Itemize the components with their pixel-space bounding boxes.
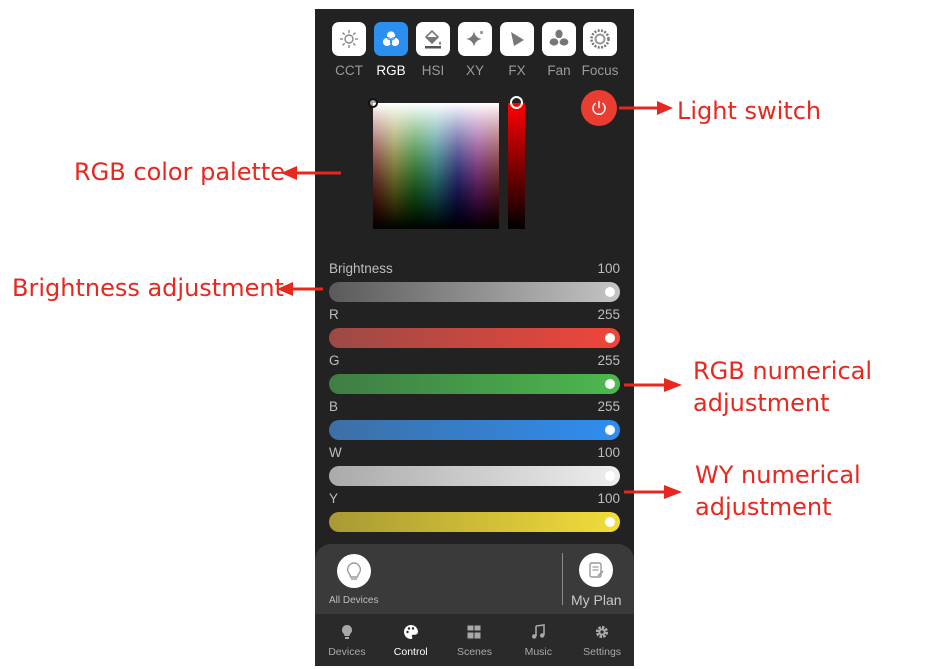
tab-fx[interactable]: FX — [500, 22, 534, 78]
slider-label: R — [329, 307, 339, 322]
white-slider-block: W 100 — [329, 445, 620, 486]
nav-settings[interactable]: Settings — [570, 614, 634, 666]
slider-thumb[interactable] — [605, 333, 615, 343]
slider-value: 255 — [597, 307, 620, 322]
tab-focus[interactable]: Focus — [582, 22, 618, 78]
yellow-slider[interactable] — [329, 512, 620, 532]
fan-icon — [542, 22, 576, 56]
sparkle-icon — [458, 22, 492, 56]
arrow-left-icon — [281, 166, 341, 180]
tab-fan[interactable]: Fan — [542, 22, 576, 78]
arrow-left-icon — [277, 282, 323, 296]
light-switch-button[interactable] — [581, 90, 617, 126]
nav-label: Control — [393, 646, 428, 658]
notepad-icon — [579, 553, 614, 587]
slider-label: B — [329, 399, 339, 414]
nav-label: Music — [524, 646, 552, 658]
arrow-right-icon — [624, 485, 682, 499]
color-circles-icon — [374, 22, 408, 56]
grid-icon — [467, 625, 481, 639]
red-slider[interactable] — [329, 328, 620, 348]
tab-label: Focus — [581, 63, 619, 78]
annotation-wy-numeric-line2: adjustment — [695, 493, 832, 521]
fx-flag-icon — [500, 22, 534, 56]
slider-label: Brightness — [329, 261, 393, 276]
nav-label: Devices — [328, 646, 366, 658]
green-slider[interactable] — [329, 374, 620, 394]
slider-value: 100 — [597, 261, 620, 276]
gear-icon — [595, 625, 609, 639]
slider-label: G — [329, 353, 340, 368]
arrow-right-icon — [624, 378, 682, 392]
annotation-rgb-numeric-line2: adjustment — [693, 389, 830, 417]
tab-xy[interactable]: XY — [458, 22, 492, 78]
my-plan-label: My Plan — [571, 592, 622, 608]
yellow-slider-block: Y 100 — [329, 491, 620, 532]
device-panel: All Devices My Plan — [315, 544, 634, 614]
tab-cct[interactable]: CCT — [332, 22, 366, 78]
brightness-slider[interactable] — [329, 282, 620, 302]
annotation-wy-numeric-line1: WY numerical — [695, 461, 861, 489]
slider-value: 100 — [597, 445, 620, 460]
nav-control[interactable]: Control — [379, 614, 443, 666]
tab-rgb[interactable]: RGB — [374, 22, 408, 78]
slider-value: 255 — [597, 353, 620, 368]
slider-thumb[interactable] — [605, 425, 615, 435]
intensity-bar-thumb[interactable] — [510, 96, 523, 109]
palette-icon — [403, 625, 418, 639]
nav-label: Settings — [583, 646, 622, 658]
green-slider-block: G 255 — [329, 353, 620, 394]
music-note-icon — [532, 624, 546, 639]
slider-value: 255 — [597, 399, 620, 414]
all-devices-label: All Devices — [329, 595, 379, 606]
blue-slider-block: B 255 — [329, 399, 620, 440]
slider-thumb[interactable] — [605, 471, 615, 481]
arrow-right-icon — [619, 101, 673, 115]
nav-music[interactable]: Music — [506, 614, 570, 666]
my-plan-button[interactable]: My Plan — [571, 553, 622, 608]
nav-scenes[interactable]: Scenes — [443, 614, 507, 666]
rgb-color-palette[interactable] — [368, 98, 499, 229]
slider-value: 100 — [597, 491, 620, 506]
paint-bucket-icon — [416, 22, 450, 56]
focus-ring-icon — [583, 22, 617, 56]
white-slider[interactable] — [329, 466, 620, 486]
slider-thumb[interactable] — [605, 379, 615, 389]
annotation-brightness: Brightness adjustment — [12, 274, 284, 302]
tab-hsi[interactable]: HSI — [416, 22, 450, 78]
sun-icon — [332, 22, 366, 56]
power-icon — [592, 100, 606, 115]
panel-divider — [562, 553, 563, 605]
slider-label: W — [329, 445, 342, 460]
phone-screen: CCT RGB HSI XY FX Fan Focus Brightness 1… — [315, 9, 634, 666]
slider-label: Y — [329, 491, 339, 506]
bulb-outline-icon — [336, 554, 371, 588]
annotation-light-switch: Light switch — [677, 97, 822, 125]
palette-cursor[interactable] — [368, 98, 378, 108]
bottom-nav: Devices Control Scenes Music Settings — [315, 614, 634, 666]
red-slider-block: R 255 — [329, 307, 620, 348]
slider-thumb[interactable] — [605, 517, 615, 527]
color-intensity-bar[interactable] — [508, 96, 525, 229]
nav-devices[interactable]: Devices — [315, 614, 379, 666]
all-devices-button[interactable]: All Devices — [329, 554, 378, 606]
annotation-rgb-numeric-line1: RGB numerical — [693, 357, 873, 385]
blue-slider[interactable] — [329, 420, 620, 440]
nav-label: Scenes — [456, 646, 492, 658]
annotation-rgb-palette: RGB color palette — [74, 158, 286, 186]
lightbulb-icon — [341, 625, 352, 639]
brightness-slider-block: Brightness 100 — [329, 261, 620, 302]
slider-thumb[interactable] — [605, 287, 615, 297]
